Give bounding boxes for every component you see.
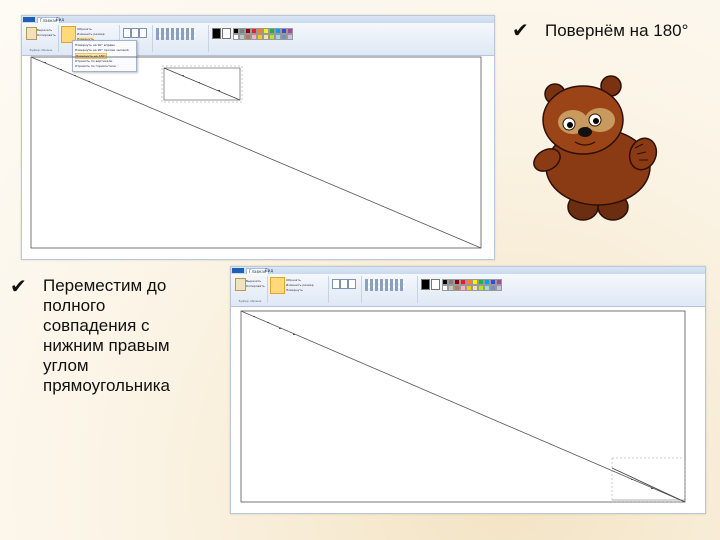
small-diagonal: [163, 67, 241, 101]
paint-screenshot-top: Главная Вид Вырезать Копировать Буфер об…: [21, 15, 495, 260]
tick-marks: [44, 62, 220, 91]
winnie-the-pooh-icon: [533, 75, 658, 221]
selection-box: [611, 457, 686, 503]
drawing-canvas[interactable]: [22, 16, 494, 259]
caption-move: Переместим до полного совпадения с нижни…: [43, 276, 170, 395]
small-diagonal: [611, 467, 686, 503]
drawing-canvas[interactable]: [231, 267, 705, 513]
check-icon: ✔: [512, 18, 529, 42]
paint-screenshot-bottom: Главная Вид Вырезать Копировать Буфер об…: [230, 266, 706, 514]
check-icon: ✔: [10, 274, 27, 298]
big-diagonal: [240, 310, 686, 503]
big-diagonal: [30, 56, 482, 249]
caption-rotate: Повернём на 180°: [545, 21, 689, 40]
